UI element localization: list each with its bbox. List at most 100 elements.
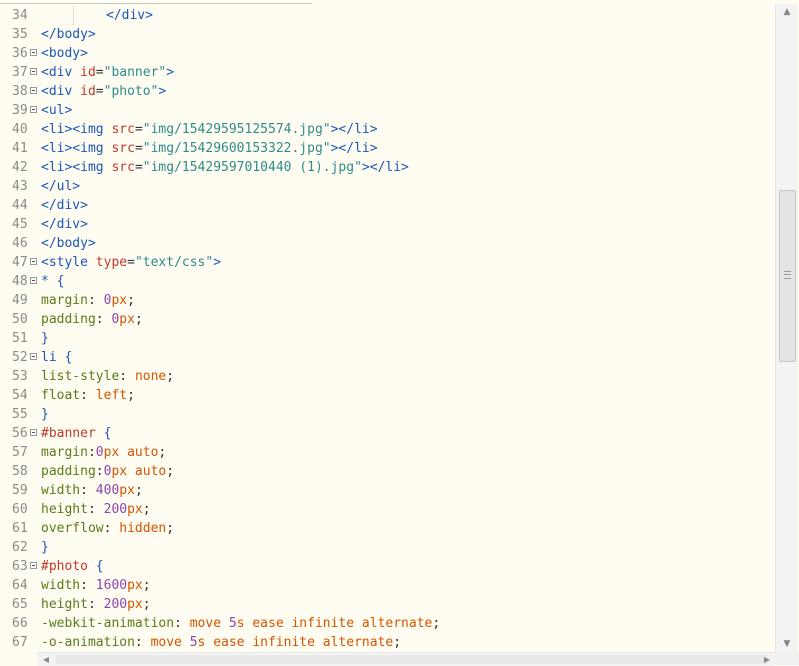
code-line[interactable]: <style type="text/css"> — [41, 253, 771, 272]
code-line[interactable]: </body> — [41, 25, 771, 44]
scroll-up-icon[interactable]: ▲ — [776, 4, 798, 20]
code-token: li { — [41, 350, 73, 365]
line-number-text: 60 — [12, 502, 28, 517]
line-number: 40 — [0, 120, 40, 139]
scroll-left-icon[interactable]: ◀ — [38, 653, 54, 666]
fold-toggle-icon[interactable] — [30, 68, 37, 75]
line-number: 45 — [0, 215, 40, 234]
code-line[interactable]: <div id="photo"> — [41, 82, 771, 101]
code-line[interactable]: <li><img src="img/15429595125574.jpg"></… — [41, 120, 771, 139]
code-line[interactable]: </ul> — [41, 177, 771, 196]
code-line[interactable]: float: left; — [41, 386, 771, 405]
code-token: margin — [41, 293, 88, 308]
line-number: 34 — [0, 6, 40, 25]
scroll-right-icon[interactable]: ▶ — [759, 653, 775, 666]
line-number-text: 36 — [12, 46, 28, 61]
scroll-down-icon[interactable]: ▼ — [776, 636, 798, 652]
code-line[interactable]: margin: 0px; — [41, 291, 771, 310]
fold-toggle-icon[interactable] — [30, 429, 37, 436]
code-line[interactable]: list-style: none; — [41, 367, 771, 386]
horizontal-scrollbar[interactable]: ◀ ▶ — [38, 652, 775, 666]
code-token: : — [87, 502, 104, 517]
code-token: 400 — [95, 483, 120, 498]
code-line[interactable]: } — [41, 538, 771, 557]
code-line[interactable]: </body> — [41, 234, 771, 253]
code-token: list-style — [41, 369, 120, 384]
code-line[interactable]: padding: 0px; — [41, 310, 771, 329]
code-line[interactable]: } — [41, 329, 771, 348]
code-token: ; — [142, 502, 151, 517]
code-token: ; — [166, 521, 175, 536]
line-number-text: 62 — [12, 540, 28, 555]
code-line[interactable]: } — [41, 405, 771, 424]
code-area[interactable]: </div> </body> <body> <div id="banner"> <div… — [41, 6, 771, 652]
code-token: px auto — [103, 445, 159, 460]
code-line[interactable]: margin:0px auto; — [41, 443, 771, 462]
fold-toggle-icon[interactable] — [30, 49, 37, 56]
code-token: move — [189, 616, 229, 631]
line-number: 43 — [0, 177, 40, 196]
code-token: <div — [41, 65, 81, 80]
code-token: { — [87, 559, 104, 574]
code-line[interactable]: overflow: hidden; — [41, 519, 771, 538]
code-line[interactable]: -o-animation: move 5s ease infinite alte… — [41, 633, 771, 652]
code-line[interactable]: -webkit-animation: move 5s ease infinite… — [41, 614, 771, 633]
fold-toggle-icon[interactable] — [30, 562, 37, 569]
fold-toggle-icon[interactable] — [30, 258, 37, 265]
code-token: : — [80, 483, 96, 498]
code-token: ; — [134, 312, 143, 327]
code-line[interactable]: </div> — [41, 196, 771, 215]
code-line[interactable]: <li><img src="img/15429597010440 (1).jpg… — [41, 158, 771, 177]
code-token: px — [119, 483, 135, 498]
line-number: 50 — [0, 310, 40, 329]
code-line[interactable]: <div id="banner"> — [41, 63, 771, 82]
code-token: = — [127, 255, 135, 270]
code-line[interactable]: width: 400px; — [41, 481, 771, 500]
line-number: 35 — [0, 25, 40, 44]
line-number-text: 48 — [12, 274, 28, 289]
code-line[interactable]: <ul> — [41, 101, 771, 120]
code-token: : — [87, 445, 96, 460]
code-line[interactable]: width: 1600px; — [41, 576, 771, 595]
line-number: 51 — [0, 329, 40, 348]
fold-toggle-icon[interactable] — [30, 106, 37, 113]
line-number-text: 41 — [12, 141, 28, 156]
code-line[interactable]: height: 200px; — [41, 500, 771, 519]
code-line[interactable]: #photo { — [41, 557, 771, 576]
line-number: 56 — [0, 424, 40, 443]
code-token: hidden — [119, 521, 167, 536]
fold-toggle-icon[interactable] — [30, 277, 37, 284]
code-token: { — [95, 426, 112, 441]
code-line[interactable]: <body> — [41, 44, 771, 63]
code-token: src — [111, 160, 135, 175]
code-line[interactable]: <li><img src="img/15429600153322.jpg"></… — [41, 139, 771, 158]
line-number: 44 — [0, 196, 40, 215]
code-token: s ease infinite alternate — [236, 616, 433, 631]
line-number-text: 54 — [12, 388, 28, 403]
line-number-text: 51 — [12, 331, 28, 346]
code-token: 5 — [228, 616, 237, 631]
code-token: id — [80, 65, 96, 80]
code-token: * { — [41, 274, 65, 289]
line-number-text: 37 — [12, 65, 28, 80]
code-line[interactable]: li { — [41, 348, 771, 367]
code-editor[interactable]: 34 35 36 37 38 39 40 41 42 43 44 45 46 47 48 49 50 51 52 53… — [0, 0, 799, 666]
line-number: 46 — [0, 234, 40, 253]
vertical-scrollbar[interactable]: ▲ ▼ — [775, 4, 798, 652]
code-line[interactable]: * { — [41, 272, 771, 291]
code-line[interactable]: </div> — [41, 215, 771, 234]
fold-toggle-icon[interactable] — [30, 87, 37, 94]
line-number: 55 — [0, 405, 40, 424]
vertical-scroll-thumb[interactable] — [779, 190, 796, 362]
code-line[interactable]: height: 200px; — [41, 595, 771, 614]
code-line[interactable]: padding:0px auto; — [41, 462, 771, 481]
fold-toggle-icon[interactable] — [30, 353, 37, 360]
line-number: 49 — [0, 291, 40, 310]
code-line[interactable]: </div> — [41, 6, 771, 25]
code-token: "img/15429595125574.jpg" — [142, 122, 331, 137]
code-token: </div> — [41, 217, 88, 232]
horizontal-scroll-thumb[interactable] — [56, 655, 768, 664]
code-token: ; — [158, 445, 167, 460]
code-token: width — [41, 578, 81, 593]
code-line[interactable]: #banner { — [41, 424, 771, 443]
